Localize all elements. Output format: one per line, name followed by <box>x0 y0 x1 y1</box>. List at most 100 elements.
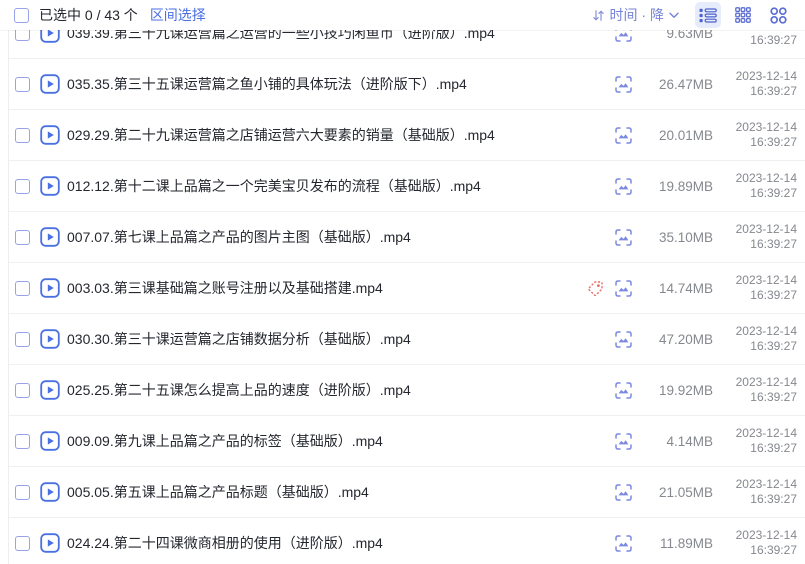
preview-thumbnail-icon[interactable] <box>614 75 633 94</box>
row-actions <box>585 177 633 196</box>
selection-toolbar: 已选中 0 / 43 个 区间选择 时间 · 降 <box>0 0 805 30</box>
file-name[interactable]: 012.12.第十二课上品篇之一个完美宝贝发布的流程（基础版）.mp4 <box>67 176 585 196</box>
row-actions <box>585 432 633 451</box>
file-name[interactable]: 009.09.第九课上品篇之产品的标签（基础版）.mp4 <box>67 431 585 451</box>
video-file-icon <box>40 125 60 145</box>
file-datetime: 2023-12-14 16:39:27 <box>717 120 797 150</box>
preview-thumbnail-icon[interactable] <box>614 330 633 349</box>
file-row[interactable]: 035.35.第三十五课运营篇之鱼小铺的具体玩法（进阶版下）.mp4 <box>9 59 805 110</box>
row-actions <box>585 534 633 553</box>
file-name[interactable]: 025.25.第二十五课怎么提高上品的速度（进阶版）.mp4 <box>67 380 585 400</box>
preview-thumbnail-icon[interactable] <box>614 432 633 451</box>
row-checkbox[interactable] <box>15 383 30 398</box>
row-checkbox[interactable] <box>15 434 30 449</box>
video-file-icon <box>40 227 60 247</box>
row-checkbox[interactable] <box>15 485 30 500</box>
file-row[interactable]: 007.07.第七课上品篇之产品的图片主图（基础版）.mp4 <box>9 212 805 263</box>
video-file-icon <box>40 482 60 502</box>
preview-thumbnail-icon[interactable] <box>614 483 633 502</box>
file-manager-screen: 039.39.第三十九课运营篇之运营的一些小技巧闲鱼币（进阶版）.mp4 <box>0 0 805 564</box>
file-list: 039.39.第三十九课运营篇之运营的一些小技巧闲鱼币（进阶版）.mp4 <box>8 8 805 564</box>
file-datetime: 2023-12-14 16:39:27 <box>717 171 797 201</box>
chevron-down-icon <box>669 12 679 19</box>
file-name[interactable]: 003.03.第三课基础篇之账号注册以及基础搭建.mp4 <box>67 278 585 298</box>
row-actions <box>585 381 633 400</box>
grid-view-icon <box>735 7 751 23</box>
preview-thumbnail-icon[interactable] <box>614 228 633 247</box>
range-select-link[interactable]: 区间选择 <box>150 5 206 25</box>
file-datetime: 2023-12-14 16:39:27 <box>717 528 797 558</box>
file-row[interactable]: 029.29.第二十九课运营篇之店铺运营六大要素的销量（基础版）.mp4 <box>9 110 805 161</box>
row-actions <box>585 279 633 298</box>
video-file-icon <box>40 176 60 196</box>
file-date: 2023-12-14 <box>717 171 797 186</box>
video-file-icon <box>40 329 60 349</box>
file-name[interactable]: 035.35.第三十五课运营篇之鱼小铺的具体玩法（进阶版下）.mp4 <box>67 74 585 94</box>
file-size: 4.14MB <box>637 434 713 449</box>
row-checkbox[interactable] <box>15 128 30 143</box>
file-size: 35.10MB <box>637 230 713 245</box>
preview-thumbnail-icon[interactable] <box>614 177 633 196</box>
file-time: 16:39:27 <box>717 186 797 201</box>
file-datetime: 2023-12-14 16:39:27 <box>717 375 797 405</box>
file-name[interactable]: 007.07.第七课上品篇之产品的图片主图（基础版）.mp4 <box>67 227 585 247</box>
file-size: 19.89MB <box>637 179 713 194</box>
row-actions <box>585 483 633 502</box>
video-file-icon <box>40 74 60 94</box>
row-checkbox[interactable] <box>15 536 30 551</box>
file-row[interactable]: 012.12.第十二课上品篇之一个完美宝贝发布的流程（基础版）.mp4 <box>9 161 805 212</box>
file-name[interactable]: 024.24.第二十四课微商相册的使用（进阶版）.mp4 <box>67 533 585 553</box>
preview-thumbnail-icon[interactable] <box>614 381 633 400</box>
file-datetime: 2023-12-14 16:39:27 <box>717 426 797 456</box>
file-name[interactable]: 029.29.第二十九课运营篇之店铺运营六大要素的销量（基础版）.mp4 <box>67 125 585 145</box>
row-checkbox[interactable] <box>15 77 30 92</box>
file-row[interactable]: 024.24.第二十四课微商相册的使用（进阶版）.mp4 <box>9 518 805 564</box>
sort-arrows-icon <box>592 9 605 22</box>
file-row[interactable]: 005.05.第五课上品篇之产品标题（基础版）.mp4 <box>9 467 805 518</box>
file-time: 16:39:27 <box>717 492 797 507</box>
file-row[interactable]: 009.09.第九课上品篇之产品的标签（基础版）.mp4 <box>9 416 805 467</box>
file-time: 16:39:27 <box>717 33 797 48</box>
file-row[interactable]: 003.03.第三课基础篇之账号注册以及基础搭建.mp4 <box>9 263 805 314</box>
file-name[interactable]: 030.30.第三十课运营篇之店铺数据分析（基础版）.mp4 <box>67 329 585 349</box>
file-row[interactable]: 025.25.第二十五课怎么提高上品的速度（进阶版）.mp4 <box>9 365 805 416</box>
row-actions <box>585 126 633 145</box>
large-grid-view-button[interactable] <box>765 2 791 28</box>
file-time: 16:39:27 <box>717 288 797 303</box>
file-size: 47.20MB <box>637 332 713 347</box>
list-view-button[interactable] <box>695 2 721 28</box>
video-file-icon <box>40 431 60 451</box>
file-time: 16:39:27 <box>717 237 797 252</box>
row-checkbox[interactable] <box>15 332 30 347</box>
file-date: 2023-12-14 <box>717 375 797 390</box>
row-checkbox[interactable] <box>15 281 30 296</box>
video-file-icon <box>40 380 60 400</box>
file-size: 21.05MB <box>637 485 713 500</box>
row-checkbox[interactable] <box>15 179 30 194</box>
row-actions <box>585 75 633 94</box>
row-checkbox[interactable] <box>15 230 30 245</box>
sort-control[interactable]: 时间 · 降 <box>592 5 679 25</box>
selection-count-label: 已选中 0 / 43 个 <box>39 5 138 25</box>
file-size: 26.47MB <box>637 77 713 92</box>
file-date: 2023-12-14 <box>717 222 797 237</box>
file-row[interactable]: 030.30.第三十课运营篇之店铺数据分析（基础版）.mp4 <box>9 314 805 365</box>
select-all-checkbox[interactable] <box>14 8 29 23</box>
file-date: 2023-12-14 <box>717 69 797 84</box>
file-name[interactable]: 005.05.第五课上品篇之产品标题（基础版）.mp4 <box>67 482 585 502</box>
grid-view-button[interactable] <box>730 2 756 28</box>
preview-thumbnail-icon[interactable] <box>614 534 633 553</box>
file-date: 2023-12-14 <box>717 120 797 135</box>
file-time: 16:39:27 <box>717 441 797 456</box>
preview-thumbnail-icon[interactable] <box>614 279 633 298</box>
file-date: 2023-12-14 <box>717 273 797 288</box>
file-date: 2023-12-14 <box>717 528 797 543</box>
preview-thumbnail-icon[interactable] <box>614 126 633 145</box>
file-datetime: 2023-12-14 16:39:27 <box>717 69 797 99</box>
tag-icon[interactable] <box>586 279 605 298</box>
file-datetime: 2023-12-14 16:39:27 <box>717 477 797 507</box>
file-datetime: 2023-12-14 16:39:27 <box>717 273 797 303</box>
file-time: 16:39:27 <box>717 84 797 99</box>
file-datetime: 2023-12-14 16:39:27 <box>717 222 797 252</box>
list-view-icon <box>699 8 717 23</box>
